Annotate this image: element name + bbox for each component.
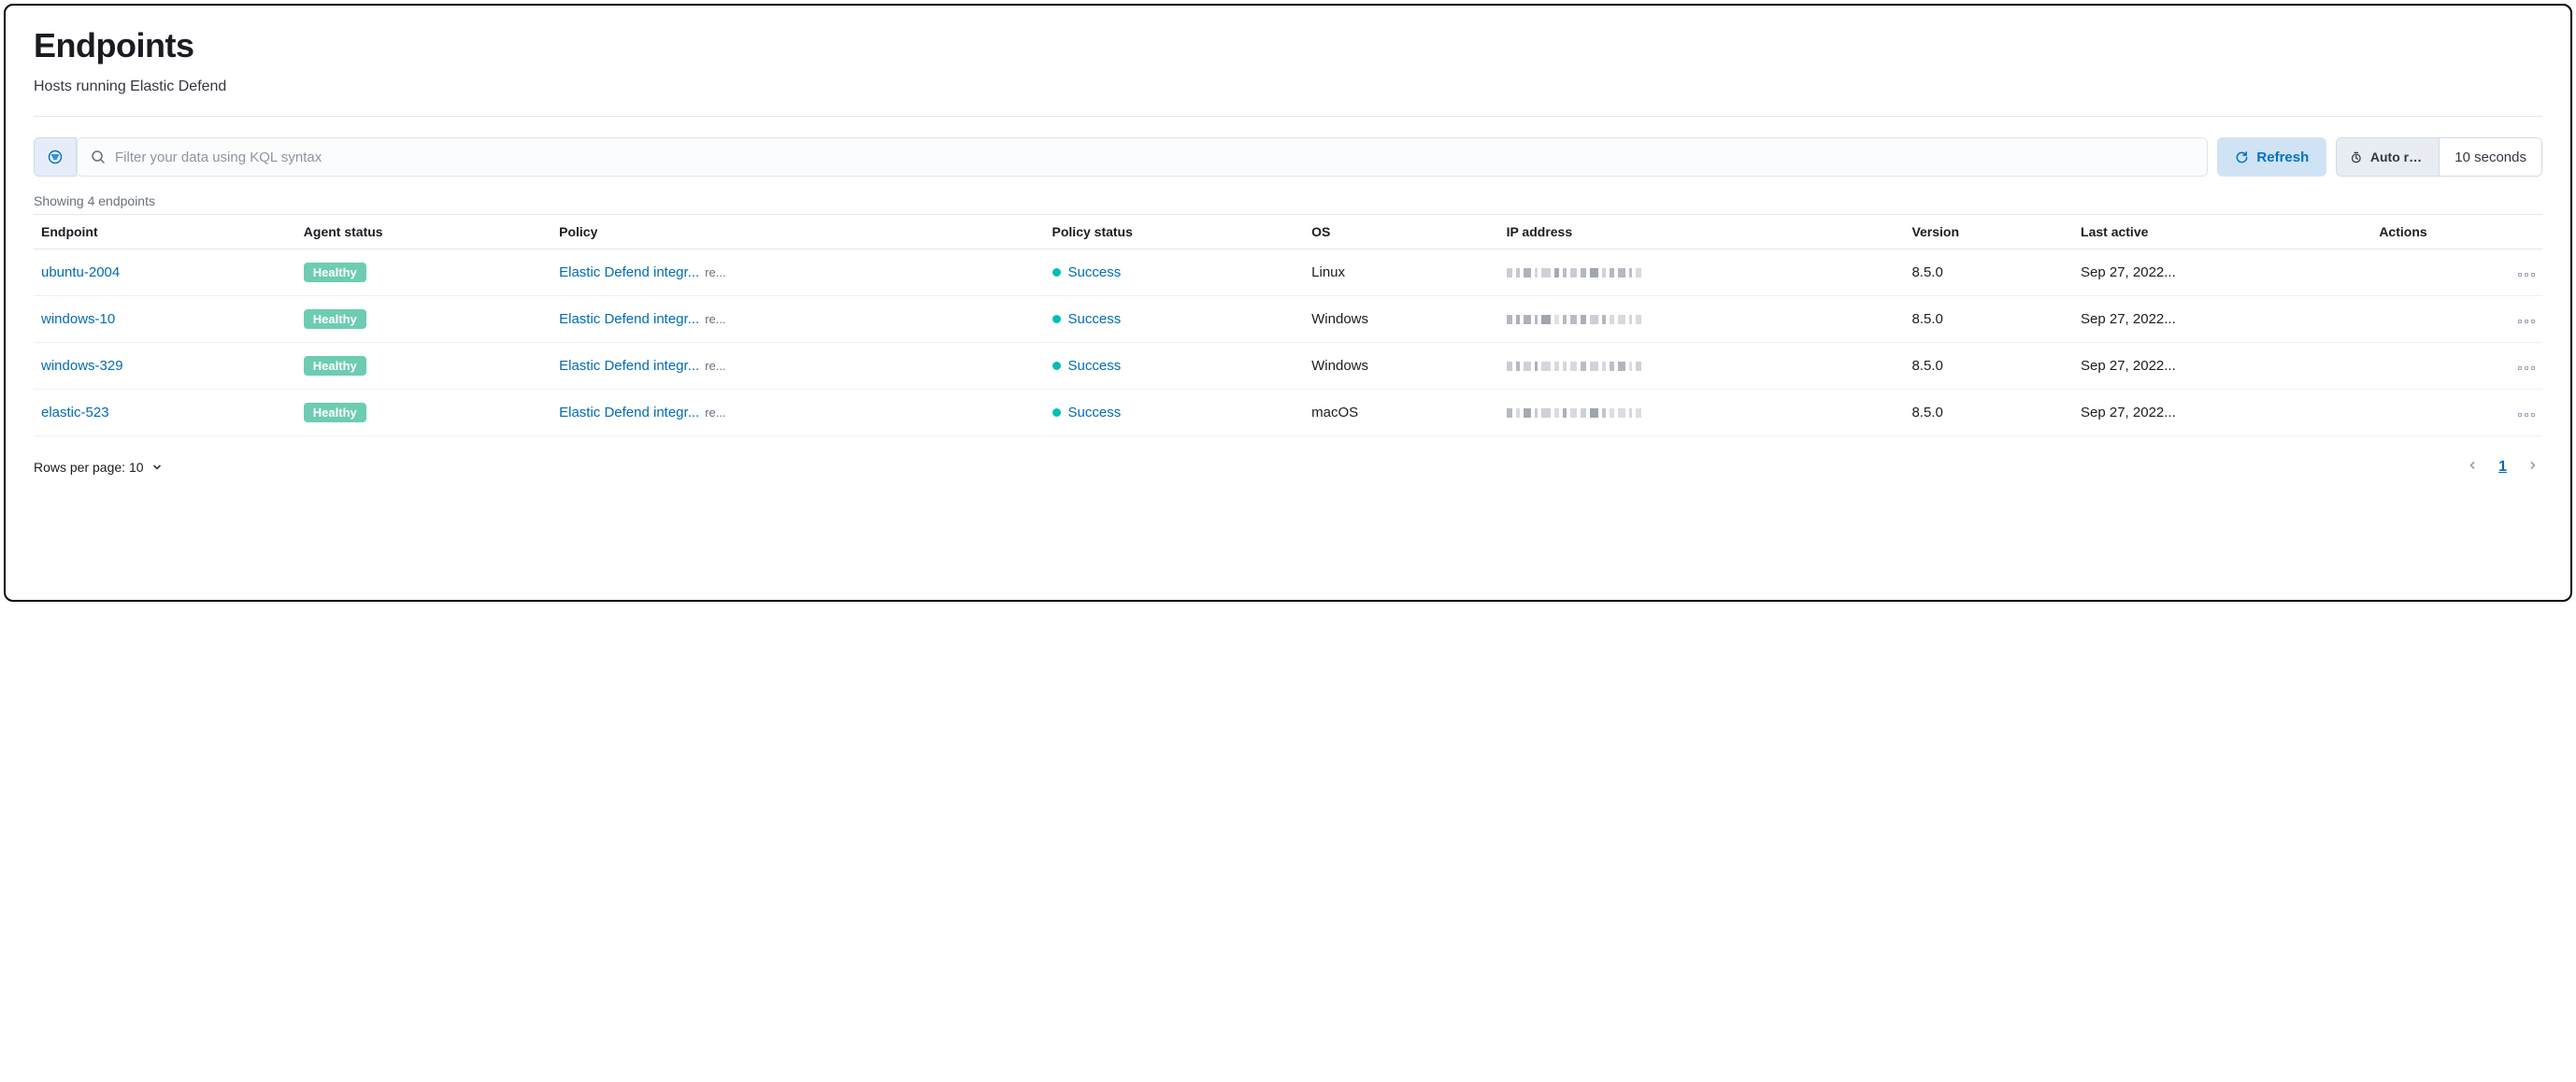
- chevron-down-icon: [151, 462, 163, 473]
- endpoint-link[interactable]: elastic-523: [41, 405, 109, 420]
- ip-redacted: [1507, 408, 1897, 418]
- table-row: windows-10 Healthy Elastic Defend integr..…: [34, 296, 2542, 343]
- divider: [34, 116, 2542, 117]
- pager-page-1[interactable]: 1: [2495, 457, 2511, 477]
- chevron-left-icon: [2467, 460, 2478, 471]
- timer-icon: [2350, 150, 2363, 164]
- version-cell: 8.5.0: [1904, 343, 2073, 390]
- result-count: Showing 4 endpoints: [34, 193, 2542, 208]
- col-agent-status[interactable]: Agent status: [296, 215, 551, 249]
- endpoints-table: Endpoint Agent status Policy Policy stat…: [34, 214, 2542, 436]
- os-cell: macOS: [1304, 390, 1498, 436]
- policy-status-link[interactable]: Success: [1068, 264, 1122, 280]
- last-active-cell: Sep 27, 2022...: [2073, 249, 2371, 296]
- app-frame: Endpoints Hosts running Elastic Defend R…: [4, 4, 2572, 602]
- rows-per-page-select[interactable]: Rows per page: 10: [34, 460, 163, 475]
- status-badge: Healthy: [304, 309, 366, 329]
- refresh-button[interactable]: Refresh: [2217, 137, 2326, 177]
- refresh-label: Refresh: [2256, 149, 2309, 165]
- ip-redacted: [1507, 362, 1897, 371]
- policy-rev: re...: [705, 406, 725, 420]
- auto-refresh-label: Auto ref...: [2370, 149, 2426, 164]
- success-dot-icon: [1052, 362, 1061, 370]
- policy-rev: re...: [705, 312, 725, 326]
- policy-link[interactable]: Elastic Defend integr...: [559, 311, 699, 327]
- policy-rev: re...: [705, 265, 725, 279]
- page-subtitle: Hosts running Elastic Defend: [34, 78, 2542, 95]
- last-active-cell: Sep 27, 2022...: [2073, 296, 2371, 343]
- col-policy[interactable]: Policy: [551, 215, 1044, 249]
- version-cell: 8.5.0: [1904, 390, 2073, 436]
- auto-refresh-interval[interactable]: 10 seconds: [2440, 138, 2541, 176]
- col-last-active[interactable]: Last active: [2073, 215, 2371, 249]
- auto-refresh-button[interactable]: Auto ref...: [2337, 138, 2440, 176]
- policy-status-link[interactable]: Success: [1068, 311, 1122, 327]
- col-policy-status[interactable]: Policy status: [1045, 215, 1305, 249]
- success-dot-icon: [1052, 268, 1061, 277]
- os-cell: Windows: [1304, 296, 1498, 343]
- pager-next[interactable]: [2524, 455, 2542, 479]
- col-os[interactable]: OS: [1304, 215, 1498, 249]
- pager-prev[interactable]: [2463, 455, 2482, 479]
- col-version[interactable]: Version: [1904, 215, 2073, 249]
- status-badge: Healthy: [304, 356, 366, 376]
- ip-redacted: [1507, 315, 1897, 324]
- search-icon: [91, 149, 106, 164]
- endpoint-link[interactable]: windows-10: [41, 311, 115, 327]
- toolbar: Refresh Auto ref... 10 seconds: [34, 137, 2542, 177]
- rows-per-page-label: Rows per page: 10: [34, 460, 144, 475]
- policy-link[interactable]: Elastic Defend integr...: [559, 358, 699, 374]
- search-field[interactable]: [77, 137, 2208, 177]
- version-cell: 8.5.0: [1904, 296, 2073, 343]
- refresh-icon: [2235, 150, 2249, 164]
- success-dot-icon: [1052, 315, 1061, 323]
- table-row: ubuntu-2004 Healthy Elastic Defend integr.…: [34, 249, 2542, 296]
- endpoint-link[interactable]: ubuntu-2004: [41, 264, 120, 280]
- table-row: windows-329 Healthy Elastic Defend integr.…: [34, 343, 2542, 390]
- col-actions: Actions: [2371, 215, 2542, 249]
- endpoint-link[interactable]: windows-329: [41, 358, 123, 374]
- status-badge: Healthy: [304, 263, 366, 282]
- filter-options-button[interactable]: [34, 137, 77, 177]
- ip-redacted: [1507, 268, 1897, 278]
- row-actions-menu[interactable]: [2514, 409, 2539, 420]
- table-header-row: Endpoint Agent status Policy Policy stat…: [34, 215, 2542, 249]
- table-footer: Rows per page: 10 1: [34, 455, 2542, 479]
- status-badge: Healthy: [304, 403, 366, 422]
- policy-status-link[interactable]: Success: [1068, 358, 1122, 374]
- version-cell: 8.5.0: [1904, 249, 2073, 296]
- chevron-right-icon: [2527, 460, 2539, 471]
- success-dot-icon: [1052, 408, 1061, 417]
- row-actions-menu[interactable]: [2514, 269, 2539, 280]
- row-actions-menu[interactable]: [2514, 316, 2539, 327]
- page-title: Endpoints: [34, 26, 2542, 65]
- pagination: 1: [2463, 455, 2542, 479]
- last-active-cell: Sep 27, 2022...: [2073, 343, 2371, 390]
- search-input[interactable]: [115, 149, 2194, 165]
- os-cell: Linux: [1304, 249, 1498, 296]
- auto-refresh-group: Auto ref... 10 seconds: [2336, 137, 2542, 177]
- os-cell: Windows: [1304, 343, 1498, 390]
- last-active-cell: Sep 27, 2022...: [2073, 390, 2371, 436]
- policy-link[interactable]: Elastic Defend integr...: [559, 264, 699, 280]
- policy-rev: re...: [705, 359, 725, 373]
- policy-link[interactable]: Elastic Defend integr...: [559, 405, 699, 420]
- row-actions-menu[interactable]: [2514, 363, 2539, 374]
- col-ip[interactable]: IP address: [1499, 215, 1905, 249]
- policy-status-link[interactable]: Success: [1068, 405, 1122, 420]
- table-row: elastic-523 Healthy Elastic Defend integr.…: [34, 390, 2542, 436]
- col-endpoint[interactable]: Endpoint: [34, 215, 296, 249]
- filter-icon: [48, 149, 63, 164]
